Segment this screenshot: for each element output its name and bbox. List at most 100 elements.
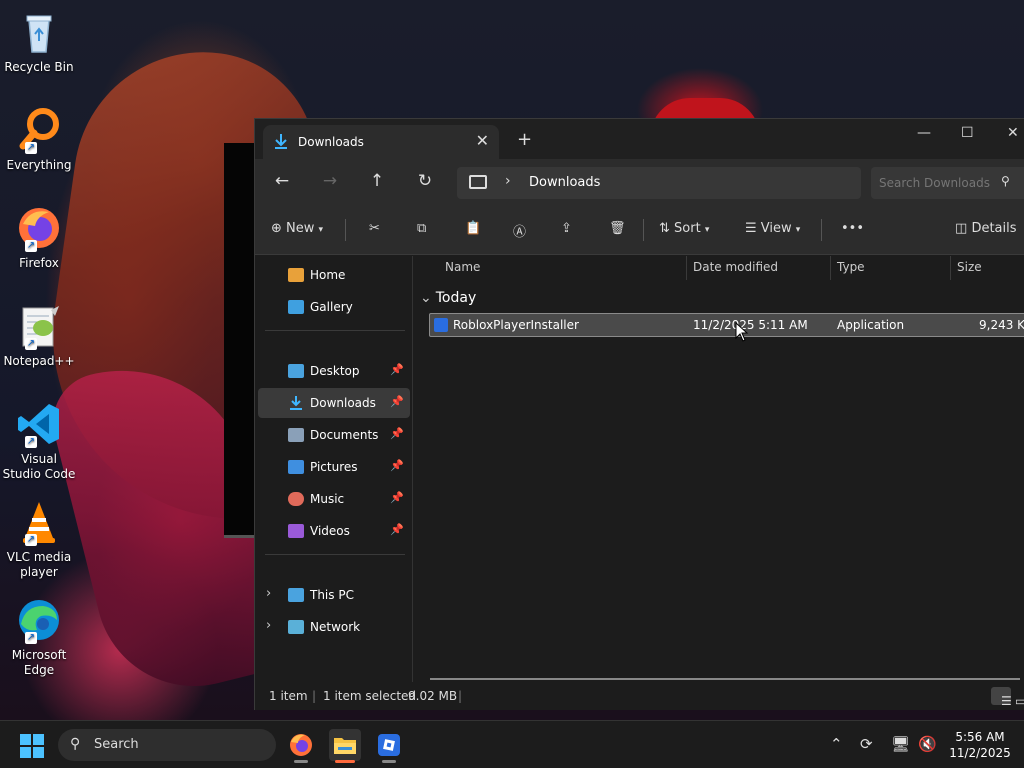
pin-icon[interactable]: 📌 (390, 459, 404, 472)
share-button[interactable]: ⇪ (561, 221, 572, 236)
breadcrumb-chevron-icon[interactable]: › (505, 173, 511, 189)
file-size: 9,243 KB (979, 318, 1024, 332)
chevron-right-icon[interactable]: › (266, 586, 271, 601)
new-button[interactable]: ⊕ New ▾ (271, 221, 323, 236)
taskbar-search[interactable]: ⚲ Search (58, 729, 276, 761)
taskbar-roblox[interactable] (373, 729, 405, 763)
sidebar-item-music[interactable]: Music 📌 (258, 484, 410, 514)
new-tab-button[interactable]: + (517, 129, 532, 150)
chevron-up-icon: ⌃ (830, 735, 843, 753)
file-row[interactable]: RobloxPlayerInstaller 11/2/2025 5:11 AM … (429, 313, 1024, 337)
tab-downloads[interactable]: Downloads ✕ (263, 125, 499, 159)
search-box[interactable]: ⚲ (871, 167, 1024, 199)
sync-icon[interactable]: ⟳ (860, 735, 873, 753)
chevron-right-icon[interactable]: › (266, 618, 271, 633)
status-divider: | (312, 689, 317, 703)
column-header-name[interactable]: Name (439, 256, 687, 280)
title-bar: Downloads ✕ + — ☐ ✕ (255, 119, 1024, 159)
file-list: Name Date modified Type Size ⌄ Today Robl… (414, 256, 1024, 682)
everything-icon: ↗ (15, 106, 63, 154)
details-pane-button[interactable]: ◫ Details (955, 221, 1017, 236)
desktop-icon-notepad-plus-plus[interactable]: ↗ Notepad++ (2, 302, 76, 369)
pictures-icon (288, 460, 304, 474)
column-header-date-modified[interactable]: Date modified (687, 256, 831, 280)
taskbar-firefox[interactable] (285, 729, 317, 763)
tab-title: Downloads (298, 135, 364, 149)
refresh-button[interactable]: ↻ (413, 171, 437, 191)
desktop-icon-vscode[interactable]: ↗ Visual Studio Code (2, 400, 76, 482)
sidebar-item-downloads[interactable]: Downloads 📌 (258, 388, 410, 418)
vlc-icon: ↗ (15, 498, 63, 546)
pin-icon[interactable]: 📌 (390, 523, 404, 536)
paste-button[interactable]: 📋 (465, 221, 481, 236)
taskbar-file-explorer[interactable] (329, 729, 361, 763)
tab-close-icon[interactable]: ✕ (476, 131, 489, 150)
maximize-button[interactable]: ☐ (961, 125, 974, 141)
show-hidden-icons-button[interactable]: ⌃ (830, 735, 843, 753)
clipboard-icon: 📋 (465, 221, 482, 236)
breadcrumb-downloads[interactable]: Downloads (529, 175, 600, 190)
address-bar[interactable]: › Downloads (457, 167, 861, 199)
sort-button[interactable]: ⇅ Sort ▾ (659, 221, 709, 236)
delete-button[interactable]: 🗑 (609, 221, 626, 236)
back-button[interactable]: ← (270, 171, 294, 191)
toolbar-divider (345, 219, 346, 241)
desktop-icon-vlc[interactable]: ↗ VLC media player (2, 498, 76, 580)
command-bar: ⊕ New ▾ ✂ ⧉ 📋 Ⓐ ⇪ 🗑 ⇅ Sort ▾ ☰ View ▾ ••… (255, 205, 1024, 255)
chevron-down-icon: ▾ (704, 225, 710, 235)
share-icon: ⇪ (561, 221, 572, 236)
sidebar-item-home[interactable]: Home (258, 260, 410, 290)
search-input[interactable] (879, 173, 994, 193)
network-icon (288, 620, 304, 634)
status-item-count: 1 item (269, 689, 308, 703)
sidebar-item-documents[interactable]: Documents 📌 (258, 420, 410, 450)
desktop-icon-edge[interactable]: ↗ Microsoft Edge (2, 596, 76, 678)
pin-icon[interactable]: 📌 (390, 395, 404, 408)
sidebar-item-desktop[interactable]: Desktop 📌 (258, 356, 410, 386)
desktop-icon-everything[interactable]: ↗ Everything (2, 106, 76, 173)
system-clock[interactable]: 5:56 AM 11/2/2025 (940, 729, 1020, 761)
status-bar: 1 item | 1 item selected 9.02 MB | ☰ ▭ (255, 682, 1024, 710)
pin-icon[interactable]: 📌 (390, 491, 404, 504)
edge-icon: ↗ (15, 596, 63, 644)
details-view-button[interactable]: ☰ (991, 687, 1012, 708)
search-icon[interactable]: ⚲ (1001, 174, 1010, 188)
view-button[interactable]: ☰ View ▾ (745, 221, 800, 236)
pin-icon[interactable]: 📌 (390, 427, 404, 440)
forward-button[interactable]: → (318, 171, 342, 191)
sidebar-item-gallery[interactable]: Gallery (258, 292, 410, 322)
toolbar-divider (821, 219, 822, 241)
column-header-size[interactable]: Size (951, 256, 1024, 280)
copy-button[interactable]: ⧉ (417, 221, 426, 236)
toolbar-divider (643, 219, 644, 241)
cut-button[interactable]: ✂ (369, 221, 380, 236)
mouse-cursor-icon (735, 322, 749, 342)
tiles-view-icon: ▭ (1015, 694, 1024, 708)
sidebar-item-videos[interactable]: Videos 📌 (258, 516, 410, 546)
rename-button[interactable]: Ⓐ (513, 221, 526, 240)
plus-circle-icon: ⊕ (271, 221, 282, 236)
column-header-type[interactable]: Type (831, 256, 951, 280)
sidebar-item-this-pc[interactable]: › This PC (258, 580, 410, 610)
horizontal-scrollbar[interactable] (430, 678, 1020, 680)
documents-icon (288, 428, 304, 442)
up-button[interactable]: ↑ (365, 171, 389, 191)
more-options-button[interactable]: ••• (841, 221, 864, 236)
folder-icon (334, 738, 356, 754)
shortcut-arrow-icon: ↗ (25, 534, 37, 546)
pin-icon[interactable]: 📌 (390, 363, 404, 376)
music-icon (288, 492, 304, 506)
sidebar-item-pictures[interactable]: Pictures 📌 (258, 452, 410, 482)
roblox-icon (378, 734, 400, 756)
shortcut-arrow-icon: ↗ (25, 338, 37, 350)
group-header-today[interactable]: ⌄ Today (420, 290, 476, 306)
desktop-icon-firefox[interactable]: ↗ Firefox (2, 204, 76, 271)
network-status-icon[interactable]: 🖥 (891, 735, 910, 753)
chevron-down-icon: ▾ (318, 225, 324, 235)
sidebar-item-network[interactable]: › Network (258, 612, 410, 642)
close-window-button[interactable]: ✕ (1007, 125, 1019, 141)
minimize-button[interactable]: — (917, 125, 931, 141)
start-button[interactable] (20, 734, 44, 758)
desktop-icon-recycle-bin[interactable]: Recycle Bin (2, 8, 76, 75)
volume-muted-icon[interactable]: 🔇 (918, 735, 937, 753)
